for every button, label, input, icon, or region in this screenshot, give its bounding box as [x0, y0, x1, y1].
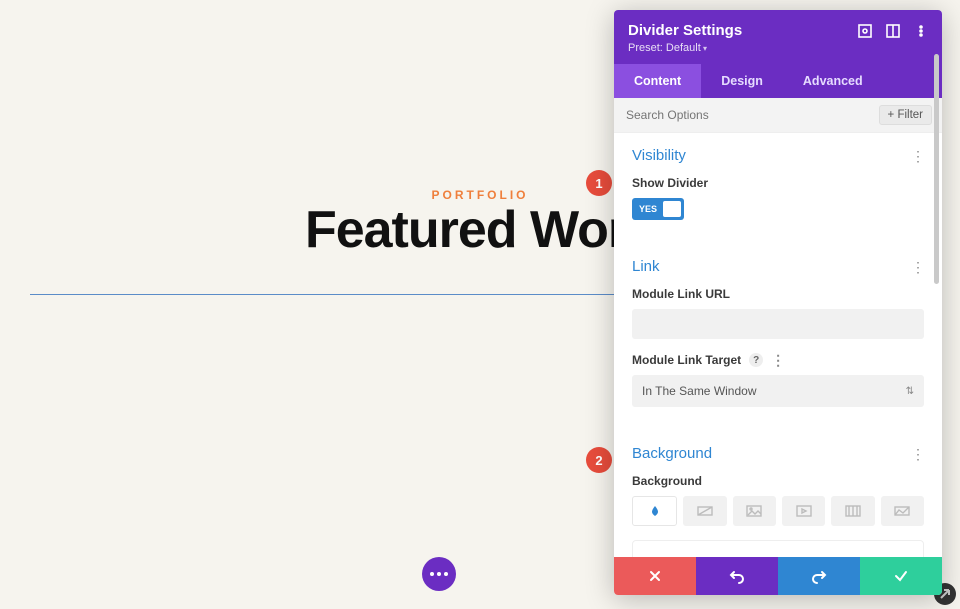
- tab-advanced[interactable]: Advanced: [783, 64, 883, 98]
- link-url-input[interactable]: [632, 309, 924, 339]
- settings-panel: Divider Settings Preset: Default Content…: [614, 10, 942, 595]
- scrollbar[interactable]: [934, 54, 939, 284]
- bg-tab-pattern[interactable]: [831, 496, 874, 526]
- section-menu-icon[interactable]: ⋮: [911, 449, 924, 459]
- field-menu-icon[interactable]: ⋮: [771, 355, 784, 365]
- section-title-link[interactable]: Link: [632, 258, 660, 275]
- responsive-icon[interactable]: [858, 24, 872, 38]
- search-input[interactable]: [624, 105, 879, 125]
- section-title-background[interactable]: Background: [632, 445, 712, 462]
- link-target-label: Module Link Target ? ⋮: [632, 353, 924, 367]
- tab-design[interactable]: Design: [701, 64, 783, 98]
- preset-dropdown[interactable]: Preset: Default: [628, 42, 928, 54]
- panel-footer: [614, 557, 942, 595]
- background-add-area[interactable]: + Add Background Color: [632, 540, 924, 557]
- panel-tabs: Content Design Advanced: [614, 64, 942, 98]
- section-menu-icon[interactable]: ⋮: [911, 262, 924, 272]
- link-target-select[interactable]: In The Same Window: [632, 375, 924, 407]
- filter-button[interactable]: Filter: [879, 105, 932, 125]
- section-menu-icon[interactable]: ⋮: [911, 151, 924, 161]
- section-title-visibility[interactable]: Visibility: [632, 147, 686, 164]
- snap-icon[interactable]: [886, 24, 900, 38]
- section-link: Link ⋮ Module Link URL Module Link Targe…: [614, 244, 942, 419]
- panel-title: Divider Settings: [628, 22, 742, 39]
- section-visibility: Visibility ⋮ Show Divider YES: [614, 133, 942, 232]
- bg-tab-color[interactable]: [632, 496, 677, 526]
- section-background: Background ⋮ Background + Add Background…: [614, 431, 942, 557]
- toggle-value: YES: [639, 204, 657, 214]
- more-icon[interactable]: [914, 24, 928, 38]
- bg-tab-image[interactable]: [733, 496, 776, 526]
- panel-header[interactable]: Divider Settings Preset: Default: [614, 10, 942, 64]
- panel-body: Visibility ⋮ Show Divider YES Link ⋮ Mod…: [614, 133, 942, 557]
- show-divider-label: Show Divider: [632, 176, 924, 190]
- bg-tab-mask[interactable]: [881, 496, 924, 526]
- link-url-label: Module Link URL: [632, 287, 924, 301]
- show-divider-toggle[interactable]: YES: [632, 198, 684, 220]
- annotation-badge-1: 1: [586, 170, 612, 196]
- cancel-button[interactable]: [614, 557, 696, 595]
- select-value: In The Same Window: [642, 384, 757, 398]
- tab-content[interactable]: Content: [614, 64, 701, 98]
- help-icon[interactable]: ?: [749, 353, 763, 367]
- undo-button[interactable]: [696, 557, 778, 595]
- toggle-knob: [663, 201, 681, 217]
- redo-button[interactable]: [778, 557, 860, 595]
- save-button[interactable]: [860, 557, 942, 595]
- annotation-badge-2: 2: [586, 447, 612, 473]
- background-label: Background: [632, 474, 924, 488]
- bg-tab-gradient[interactable]: [683, 496, 726, 526]
- bg-tab-video[interactable]: [782, 496, 825, 526]
